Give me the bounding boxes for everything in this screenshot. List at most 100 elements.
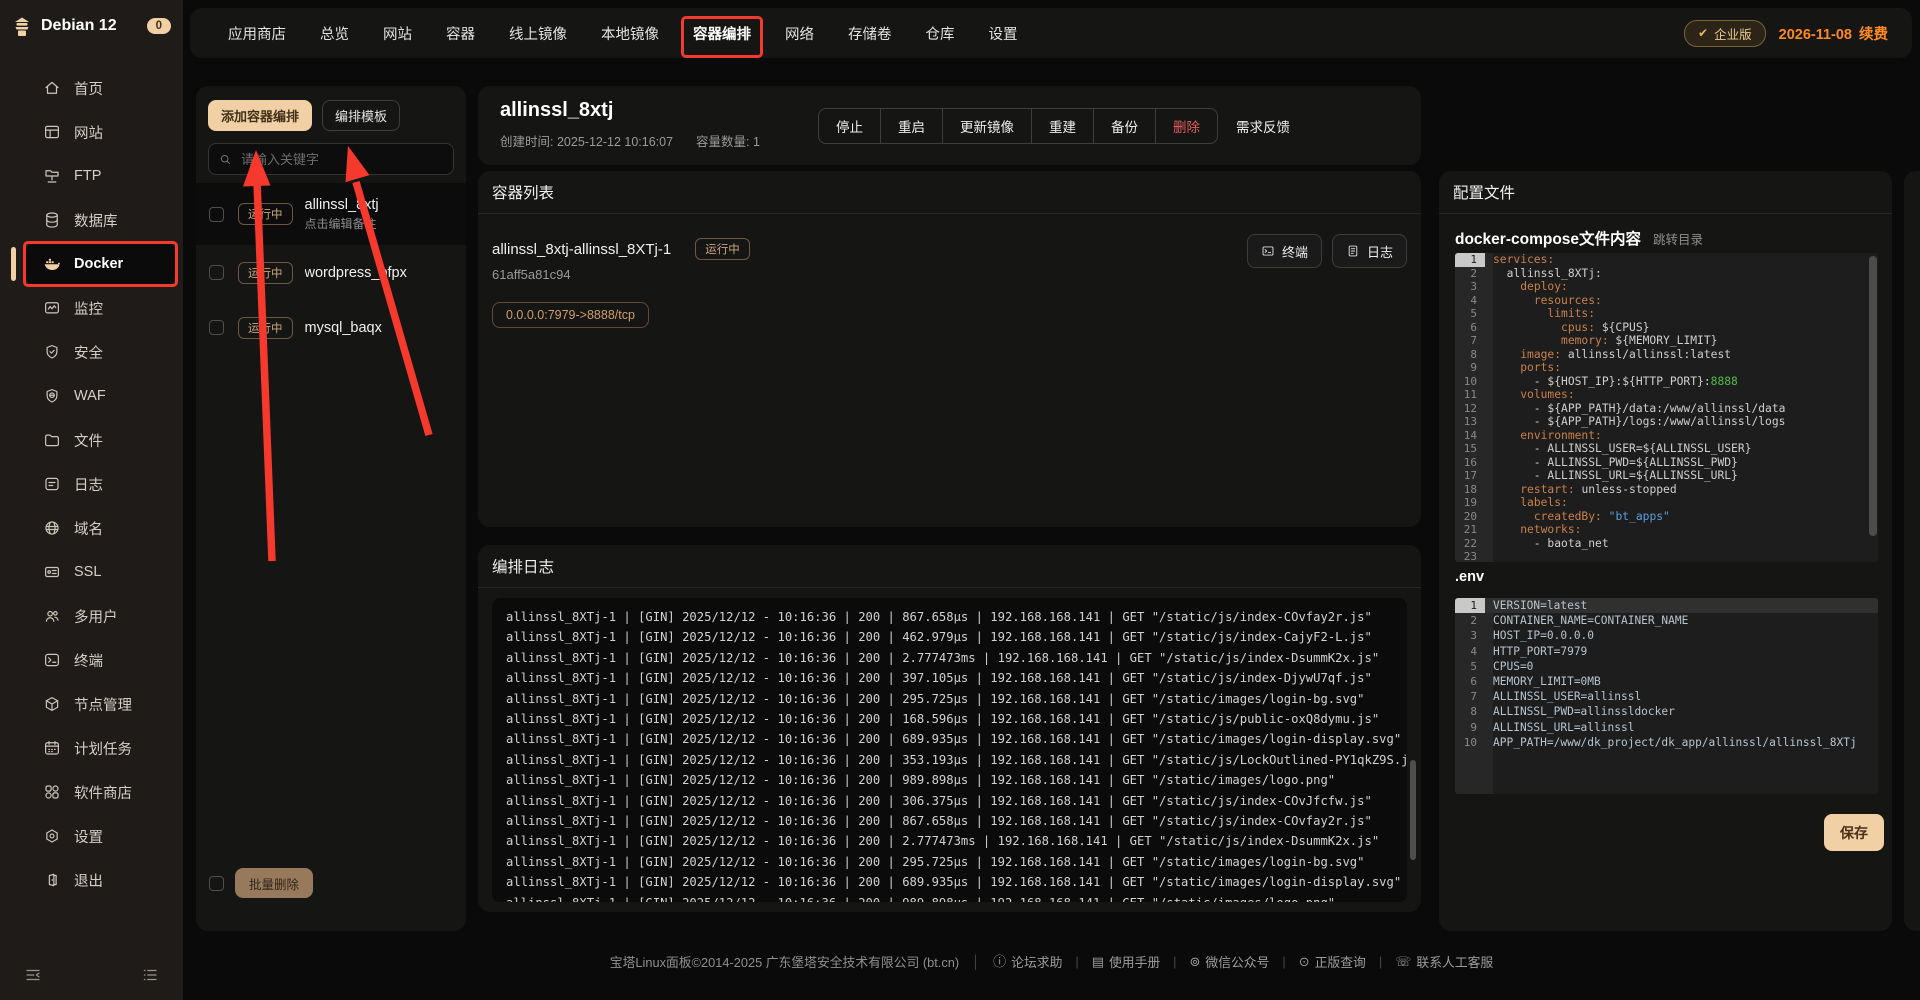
footer-link-0[interactable]: ⓘ 论坛求助 [993,952,1062,971]
save-button[interactable]: 保存 [1824,814,1884,851]
action-button-4[interactable]: 备份 [1093,109,1155,143]
action-button-1[interactable]: 重启 [880,109,942,143]
action-button-0[interactable]: 停止 [819,109,880,143]
sidebar-item-users[interactable]: 多用户 [0,594,183,638]
tab-0[interactable]: 应用商店 [228,8,286,58]
jump-directory-link[interactable]: 跳转目录 [1653,229,1703,248]
line-number: 6 [1455,674,1485,689]
compose-list-item[interactable]: 运行中allinssl_8xtj点击编辑备注 [196,183,466,245]
tab-2[interactable]: 网站 [383,8,412,58]
tab-7[interactable]: 网络 [785,8,814,58]
sidebar-item-cron[interactable]: 计划任务 [0,726,183,770]
tab-6[interactable]: 容器编排 [693,8,751,58]
env-line: 2CONTAINER_NAME=CONTAINER_NAME [1455,613,1878,628]
compose-item-name: mysql_baqx [305,320,382,336]
compose-template-button[interactable]: 编排模板 [322,100,400,131]
footer-link-3[interactable]: ⊙正版查询 [1299,952,1366,971]
support-icon: ☏ [1395,955,1411,968]
tab-3[interactable]: 容器 [446,8,475,58]
created-time: 2025-12-12 10:16:07 [557,135,673,149]
sidebar-item-database[interactable]: 数据库 [0,198,183,242]
footer: 宝塔Linux面板©2014-2025 广东堡塔安全技术有限公司 (bt.cn)… [183,952,1920,971]
sidebar-item-domain[interactable]: 域名 [0,506,183,550]
env-content: APP_PATH=/www/dk_project/dk_app/allinssl… [1485,735,1857,750]
footer-separator: │ [972,954,980,969]
batch-delete-button[interactable]: 批量删除 [235,868,313,898]
sidebar-item-docker[interactable]: Docker [26,242,175,286]
wechat-icon: ⊚ [1190,955,1201,968]
env-line: 8ALLINSSL_PWD=allinssldocker [1455,704,1878,719]
sidebar-item-waf[interactable]: WAF [0,374,183,418]
item-checkbox[interactable] [209,320,224,335]
sidebar-item-logs[interactable]: 日志 [0,462,183,506]
action-button-5[interactable]: 删除 [1155,109,1217,143]
item-checkbox[interactable] [209,265,224,280]
docker-icon [43,255,61,273]
sidebar-item-website[interactable]: 网站 [0,110,183,154]
compose-item-name: allinssl_8xtj [305,197,379,213]
sidebar-item-monitor[interactable]: 监控 [0,286,183,330]
sidebar-item-files[interactable]: 文件 [0,418,183,462]
footer-link-1[interactable]: ▤使用手册 [1092,952,1160,971]
compose-list-item[interactable]: 运行中wordpress_bfpx [196,245,466,300]
editor-scrollbar[interactable] [1869,256,1877,536]
renew-label: 续费 [1859,27,1888,43]
tab-8[interactable]: 存储卷 [848,8,892,58]
log-line: allinssl_8XTj-1 | [GIN] 2025/12/12 - 10:… [506,689,1393,709]
action-button-3[interactable]: 重建 [1031,109,1093,143]
sidebar-item-ftp[interactable]: FTP [0,154,183,198]
sidebar-item-label: 域名 [74,518,103,539]
exit-icon [43,871,61,889]
code-content: image: allinssl/allinssl:latest [1485,348,1731,362]
container-log-button[interactable]: 日志 [1332,234,1407,268]
line-number: 2 [1455,267,1485,281]
log-output[interactable]: allinssl_8XTj-1 | [GIN] 2025/12/12 - 10:… [492,598,1407,902]
tab-10[interactable]: 设置 [989,8,1018,58]
renew-info[interactable]: 2026-11-08续费 [1779,23,1888,44]
feedback-link[interactable]: 需求反馈 [1236,116,1290,136]
edit-note-link[interactable]: 点击编辑备注 [305,215,379,232]
terminal-button[interactable]: 终端 [1247,234,1322,268]
license-badge[interactable]: ✔ 企业版 [1684,20,1766,47]
tab-1[interactable]: 总览 [320,8,349,58]
footer-separator: | [1379,954,1382,969]
tab-5[interactable]: 本地镜像 [601,8,659,58]
sidebar-item-appstore[interactable]: 软件商店 [0,770,183,814]
sidebar-item-settings[interactable]: 设置 [0,814,183,858]
tab-4[interactable]: 线上镜像 [509,8,567,58]
home-icon [43,79,61,97]
footer-link-2[interactable]: ⊚微信公众号 [1190,952,1270,971]
sidebar-item-security[interactable]: 安全 [0,330,183,374]
menu-list-icon[interactable] [141,966,159,984]
compose-editor[interactable]: 1services:2 allinssl_8XTj:3 deploy:4 res… [1455,253,1878,562]
code-content: labels: [1485,496,1568,510]
log-scrollbar[interactable] [1410,760,1416,860]
compose-list-item[interactable]: 运行中mysql_baqx [196,300,466,355]
sidebar-item-label: 日志 [74,474,103,495]
sidebar-item-label: Docker [74,256,123,272]
shield-check-icon [43,343,61,361]
sidebar-item-home[interactable]: 首页 [0,66,183,110]
sidebar-item-logout[interactable]: 退出 [0,858,183,902]
env-editor[interactable]: 1VERSION=latest2CONTAINER_NAME=CONTAINER… [1455,598,1878,794]
sidebar-item-nodes[interactable]: 节点管理 [0,682,183,726]
footer-link-label: 论坛求助 [1011,952,1062,971]
forum-help-icon: ⓘ [993,955,1006,968]
line-number: 2 [1455,613,1485,628]
footer-link-4[interactable]: ☏联系人工客服 [1395,952,1493,971]
code-line: 8 image: allinssl/allinssl:latest [1455,348,1878,362]
search-input[interactable] [239,151,443,168]
batch-row: 批量删除 [209,868,313,898]
sidebar-item-terminal[interactable]: 终端 [0,638,183,682]
message-count-badge[interactable]: 0 [147,18,171,34]
monitor-icon [43,299,61,317]
collapse-sidebar-icon[interactable] [24,966,42,984]
code-line: 6 cpus: ${CPUS} [1455,321,1878,335]
code-line: 2 allinssl_8XTj: [1455,267,1878,281]
action-button-2[interactable]: 更新镜像 [942,109,1031,143]
item-checkbox[interactable] [209,207,224,222]
add-compose-button[interactable]: 添加容器编排 [208,100,312,131]
select-all-checkbox[interactable] [209,876,224,891]
tab-9[interactable]: 仓库 [926,8,955,58]
sidebar-item-ssl[interactable]: SSL [0,550,183,594]
